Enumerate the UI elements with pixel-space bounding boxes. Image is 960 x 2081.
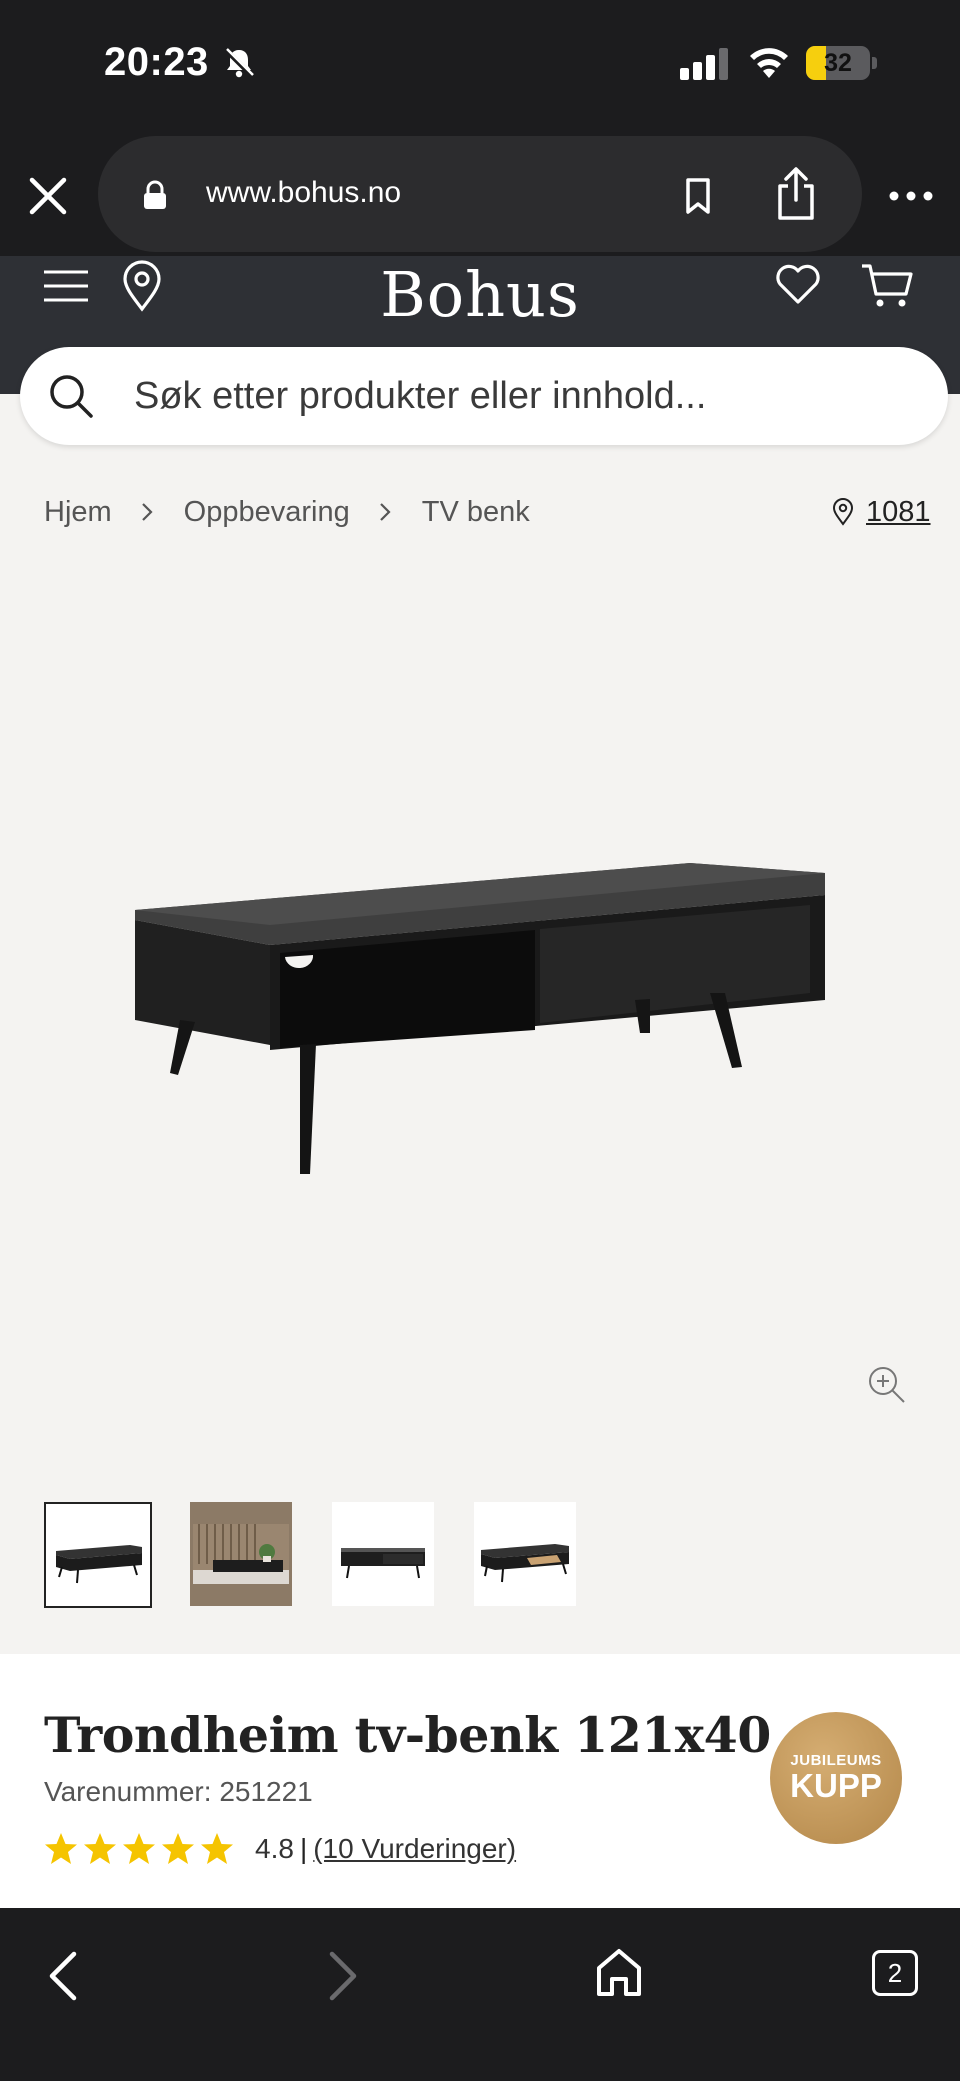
chevron-right-icon bbox=[141, 503, 153, 521]
chevron-right-icon bbox=[379, 503, 391, 521]
thumbnail-4[interactable] bbox=[474, 1502, 576, 1606]
home-icon[interactable] bbox=[594, 1946, 644, 1998]
breadcrumb-item-hjem[interactable]: Hjem bbox=[44, 496, 112, 529]
bell-slash-icon bbox=[224, 48, 254, 78]
rating-stars bbox=[44, 1832, 239, 1866]
wifi-icon bbox=[750, 48, 788, 78]
search-icon[interactable] bbox=[48, 373, 94, 419]
more-icon[interactable] bbox=[888, 188, 934, 204]
battery-percent: 32 bbox=[824, 49, 852, 77]
rating-separator: | bbox=[299, 1833, 308, 1864]
location-pin-icon[interactable] bbox=[120, 260, 164, 312]
postcode-selector[interactable]: 1081 bbox=[832, 492, 931, 532]
thumbnail-2[interactable] bbox=[190, 1502, 292, 1606]
forward-icon[interactable] bbox=[322, 1948, 362, 2004]
product-sku: Varenummer: 251221 bbox=[44, 1776, 313, 1807]
battery-icon: 32 bbox=[806, 46, 877, 80]
zoom-in-icon[interactable] bbox=[866, 1364, 908, 1406]
brand-logo[interactable]: Bohus bbox=[330, 258, 630, 331]
thumbnail-image bbox=[481, 1544, 569, 1583]
breadcrumb-item-tv-benk[interactable]: TV benk bbox=[422, 496, 530, 529]
product-title: Trondheim tv-benk 121x40 bbox=[44, 1706, 771, 1764]
jubileums-kupp-badge: JUBILEUMS KUPP bbox=[770, 1712, 902, 1844]
close-icon[interactable] bbox=[22, 170, 74, 222]
status-time: 20:23 bbox=[104, 40, 209, 84]
cart-icon[interactable] bbox=[860, 260, 914, 310]
rating-score: 4.8 bbox=[255, 1833, 294, 1864]
product-info: Trondheim tv-benk 121x40 Varenummer: 251… bbox=[0, 1654, 960, 1908]
status-bar: 20:23 32 bbox=[0, 0, 960, 128]
breadcrumb-item-oppbevaring[interactable]: Oppbevaring bbox=[184, 496, 350, 529]
heart-icon[interactable] bbox=[774, 262, 822, 306]
tabs-button[interactable]: 2 bbox=[872, 1950, 918, 1996]
thumbnail-image bbox=[193, 1524, 289, 1584]
browser-toolbar: www.bohus.no bbox=[0, 128, 960, 256]
lock-icon bbox=[144, 180, 166, 209]
thumbnail-strip bbox=[44, 1502, 616, 1608]
star-icon bbox=[84, 1833, 116, 1864]
address-bar[interactable]: www.bohus.no bbox=[98, 136, 862, 252]
menu-icon[interactable] bbox=[42, 264, 90, 308]
star-icon bbox=[123, 1833, 155, 1864]
location-pin-icon bbox=[832, 498, 854, 526]
bookmark-icon[interactable] bbox=[680, 176, 716, 216]
search-box bbox=[20, 347, 948, 445]
breadcrumb: Hjem Oppbevaring TV benk bbox=[44, 492, 530, 532]
search-input[interactable] bbox=[134, 369, 914, 423]
postcode-text: 1081 bbox=[866, 495, 931, 528]
badge-main-text: KUPP bbox=[790, 1767, 882, 1804]
url-text: www.bohus.no bbox=[206, 176, 402, 209]
star-icon bbox=[201, 1833, 233, 1864]
star-icon bbox=[162, 1833, 194, 1864]
thumbnail-image bbox=[56, 1545, 142, 1584]
thumbnail-image bbox=[341, 1548, 425, 1579]
browser-bottom-toolbar: 2 bbox=[0, 1908, 960, 2081]
product-rating[interactable]: 4.8 | (10 Vurderinger) bbox=[44, 1832, 516, 1866]
signal-icon bbox=[680, 48, 728, 80]
star-icon bbox=[45, 1833, 77, 1864]
product-image[interactable] bbox=[120, 850, 840, 1180]
share-icon[interactable] bbox=[774, 166, 818, 222]
thumbnail-1[interactable] bbox=[44, 1502, 152, 1608]
back-icon[interactable] bbox=[44, 1948, 84, 2004]
rating-count-link[interactable]: (10 Vurderinger) bbox=[313, 1833, 516, 1865]
thumbnail-3[interactable] bbox=[332, 1502, 434, 1606]
